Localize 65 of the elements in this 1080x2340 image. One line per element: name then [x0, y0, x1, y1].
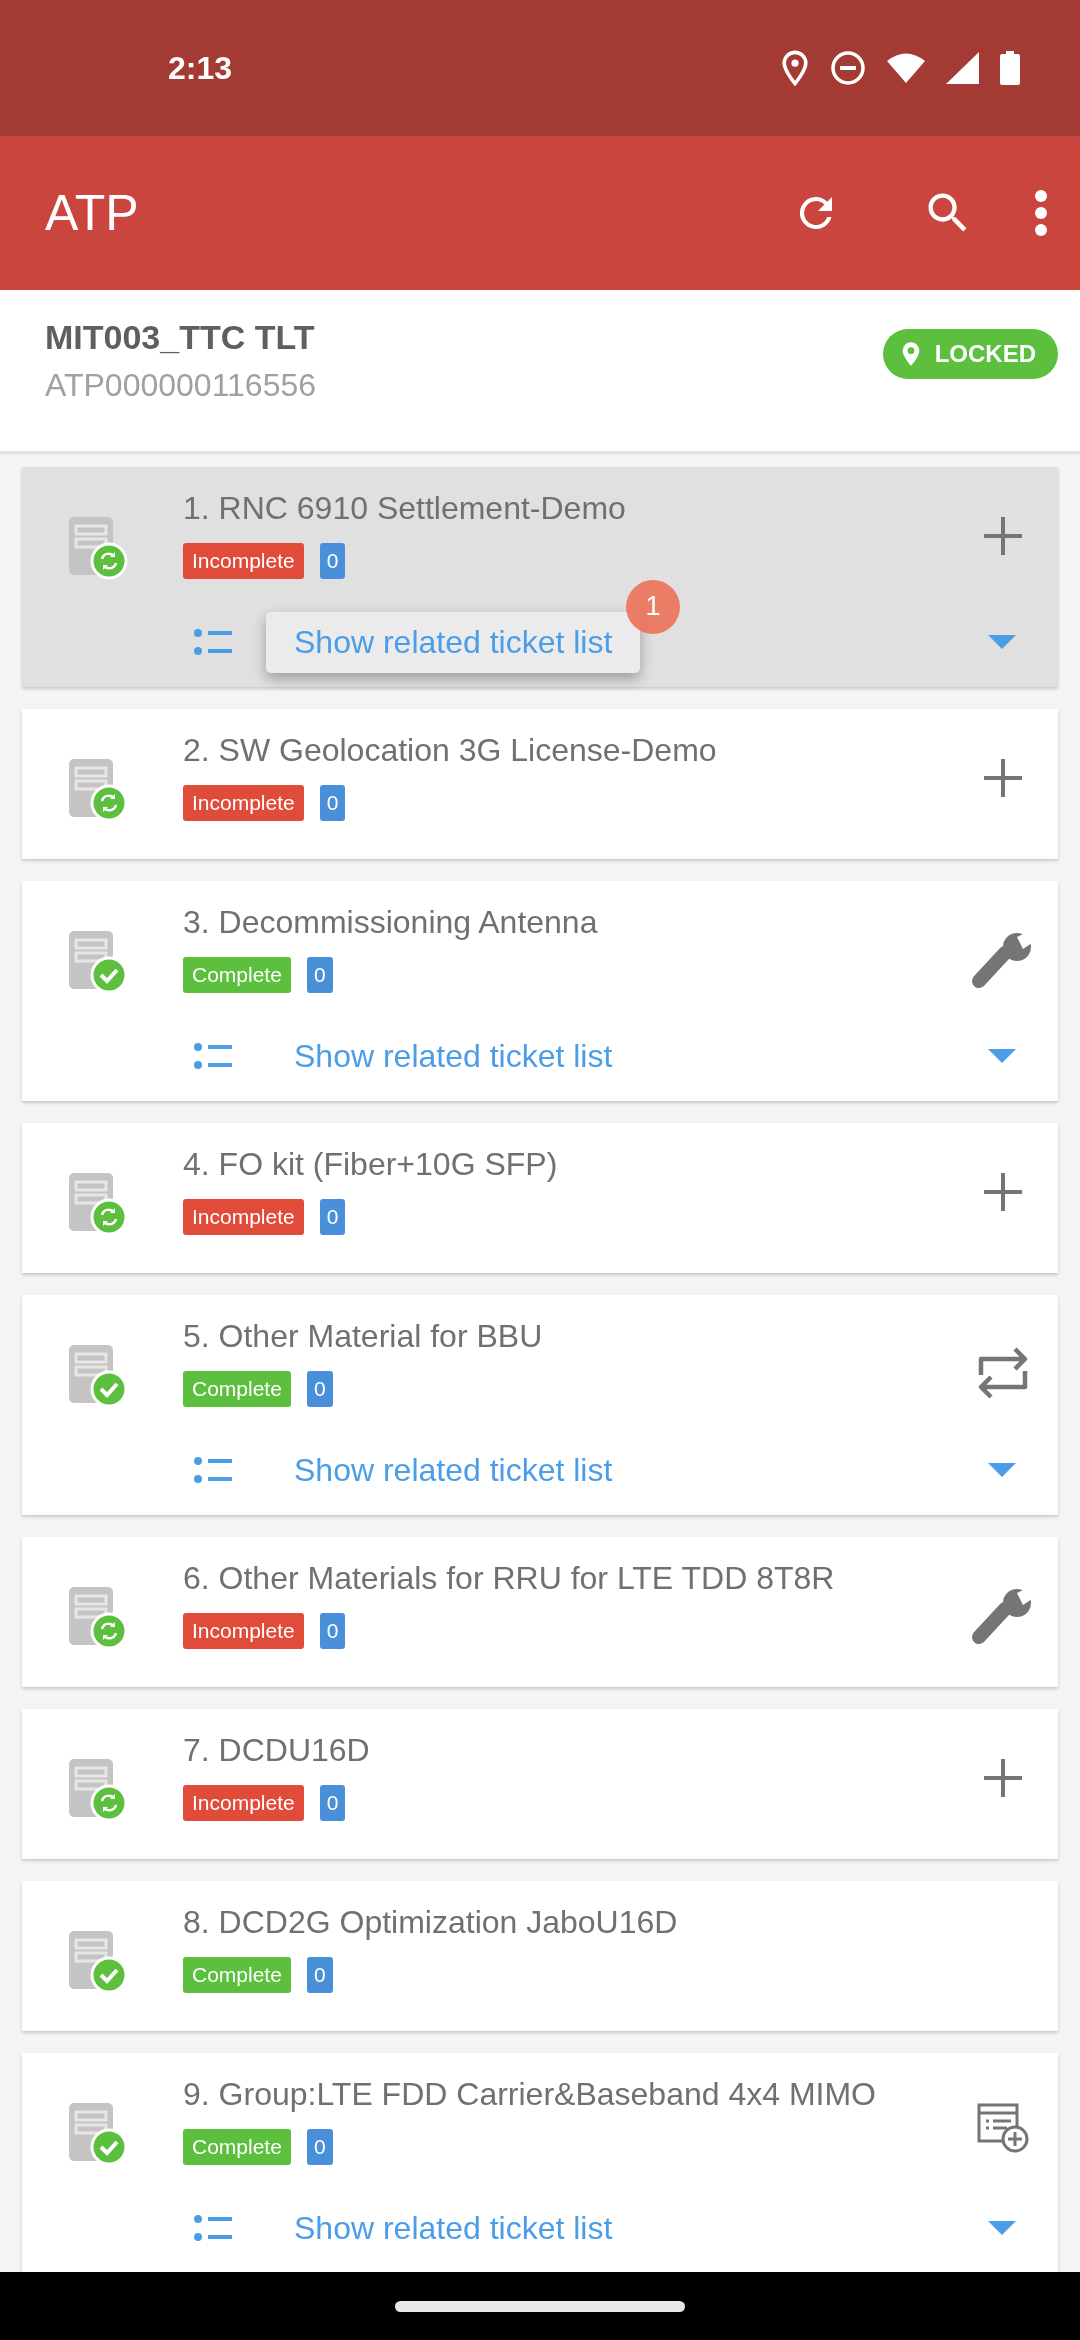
item-card[interactable]: 6. Other Materials for RRU for LTE TDD 8T8R Incomplete 0 — [22, 1537, 1058, 1687]
count-tag: 0 — [319, 785, 346, 821]
form-add-icon[interactable] — [977, 2103, 1029, 2153]
plus-icon[interactable] — [984, 1759, 1022, 1797]
item-title: 3. Decommissioning Antenna — [183, 903, 599, 942]
list-icon — [194, 1457, 232, 1483]
item-card[interactable]: 1. RNC 6910 Settlement-Demo Incomplete 0 Show related ticket list 1 — [22, 467, 1058, 687]
wifi-icon — [886, 52, 926, 84]
list-icon — [194, 629, 232, 655]
item-card[interactable]: 7. DCDU16D Incomplete 0 — [22, 1709, 1058, 1859]
plus-icon[interactable] — [984, 517, 1022, 555]
clock-time: 2:13 — [168, 49, 234, 87]
count-tag: 0 — [319, 1785, 346, 1821]
count-tag: 0 — [319, 1613, 346, 1649]
plus-icon[interactable] — [984, 1173, 1022, 1211]
item-card[interactable]: 4. FO kit (Fiber+10G SFP) Incomplete 0 — [22, 1123, 1058, 1273]
count-tag: 0 — [306, 2129, 333, 2165]
item-card[interactable]: 9. Group:LTE FDD Carrier&Baseband 4x4 MIMO Complete 0 Show related ticket list — [22, 2053, 1058, 2272]
related-tickets-link[interactable]: Show related ticket list — [266, 1025, 641, 1087]
item-title: 1. RNC 6910 Settlement-Demo — [183, 489, 627, 528]
item-title: 4. FO kit (Fiber+10G SFP) — [183, 1145, 559, 1184]
app-title: ATP — [45, 184, 140, 242]
status-tag: Complete — [183, 957, 291, 993]
status-tag: Incomplete — [183, 785, 304, 821]
status-tag: Complete — [183, 1371, 291, 1407]
do-not-disturb-icon — [830, 50, 866, 86]
more-options-icon[interactable] — [1034, 190, 1048, 236]
item-title: 2. SW Geolocation 3G License-Demo — [183, 731, 718, 770]
notification-badge: 1 — [626, 579, 680, 634]
site-code: ATP000000116556 — [45, 367, 318, 404]
caret-icon[interactable] — [988, 1463, 1016, 1477]
item-card[interactable]: 2. SW Geolocation 3G License-Demo Incomplete 0 — [22, 709, 1058, 859]
signal-icon — [946, 52, 980, 84]
item-card[interactable]: 5. Other Material for BBU Complete 0 Show related ticket list — [22, 1295, 1058, 1515]
status-tag: Complete — [183, 1957, 291, 1993]
status-tag: Complete — [183, 2129, 291, 2165]
item-title: 8. DCD2G Optimization JaboU16D — [183, 1903, 679, 1942]
status-tag: Incomplete — [183, 1613, 304, 1649]
battery-icon — [1000, 51, 1020, 85]
item-card[interactable]: 8. DCD2G Optimization JaboU16D Complete 0 — [22, 1881, 1058, 2031]
count-tag: 0 — [306, 1371, 333, 1407]
count-tag: 0 — [306, 1957, 333, 1993]
plus-icon[interactable] — [984, 759, 1022, 797]
location-icon — [780, 50, 810, 86]
item-title: 5. Other Material for BBU — [183, 1317, 544, 1356]
count-tag: 0 — [306, 957, 333, 993]
list-icon — [194, 1043, 232, 1069]
locked-label: LOCKED — [934, 340, 1036, 368]
status-tag: Incomplete — [183, 543, 304, 579]
count-tag: 0 — [319, 1199, 346, 1235]
item-title: 7. DCDU16D — [183, 1731, 371, 1770]
caret-icon[interactable] — [988, 1049, 1016, 1063]
location-icon — [900, 341, 921, 367]
related-tickets-link[interactable]: Show related ticket list — [266, 2197, 641, 2259]
site-title: MIT003_TTC TLT — [45, 318, 316, 357]
item-card[interactable]: 3. Decommissioning Antenna Complete 0 Show related ticket list — [22, 881, 1058, 1101]
status-tag: Incomplete — [183, 1785, 304, 1821]
count-tag: 0 — [319, 543, 346, 579]
list-icon — [194, 2215, 232, 2241]
caret-icon[interactable] — [988, 2221, 1016, 2235]
home-handle[interactable] — [395, 2300, 685, 2312]
status-tag: Incomplete — [183, 1199, 304, 1235]
related-tickets-link[interactable]: Show related ticket list — [266, 1439, 641, 1501]
item-title: 6. Other Materials for RRU for LTE TDD 8T8R — [183, 1559, 836, 1598]
item-title: 9. Group:LTE FDD Carrier&Baseband 4x4 MIMO — [183, 2075, 877, 2114]
